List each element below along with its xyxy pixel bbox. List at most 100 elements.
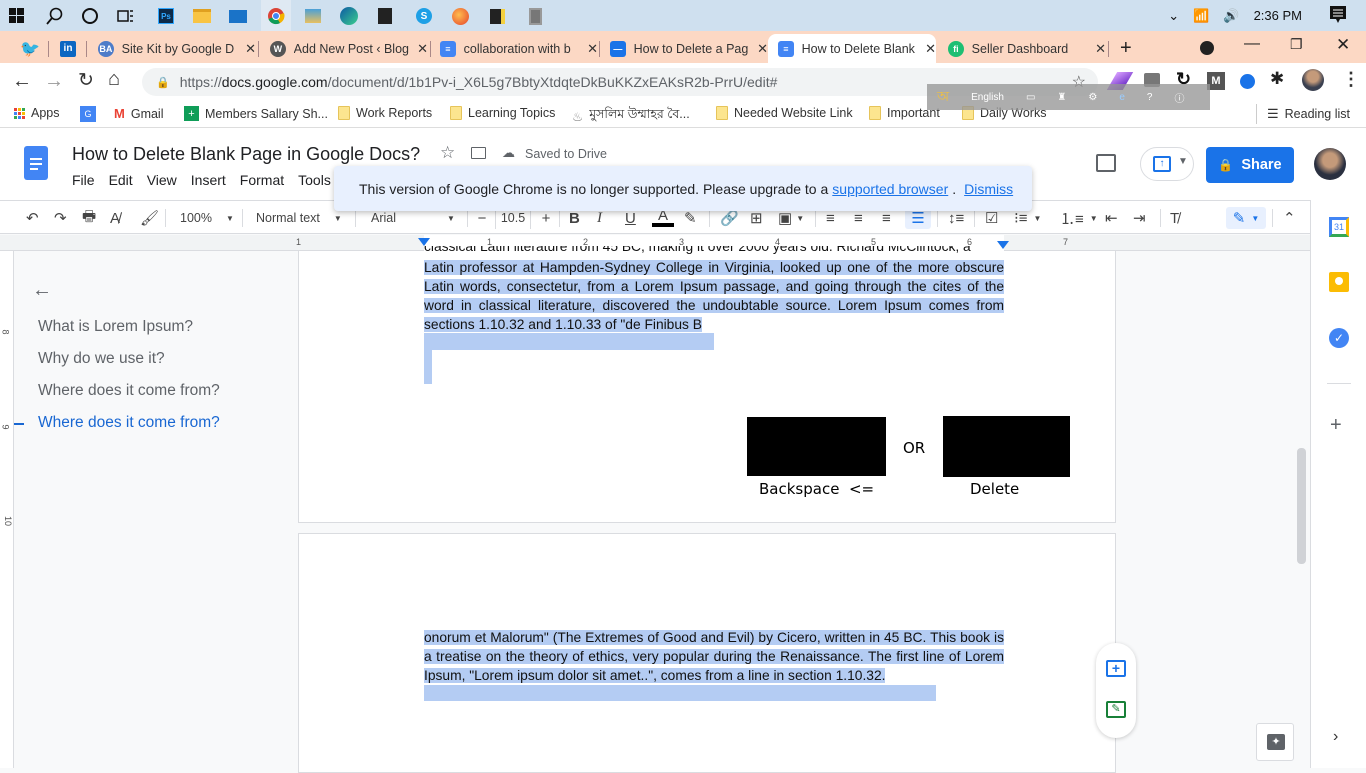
tab-site-kit[interactable]: BA Site Kit by Google D ✕ [88, 34, 256, 63]
reload-button[interactable]: ↻ [78, 69, 94, 92]
settings-gear-icon[interactable]: ⚙ [1088, 92, 1097, 103]
close-outline-arrow-icon[interactable]: ← [32, 279, 52, 302]
selected-paragraph-1[interactable]: Latin professor at Hampden-Sydney Colleg… [424, 258, 1004, 334]
tab-collaboration[interactable]: ≡ collaboration with b ✕ [430, 34, 598, 63]
present-button[interactable]: ↑ ▼ [1140, 147, 1194, 181]
volume-icon[interactable]: 🔊 [1223, 8, 1239, 24]
bookmark-apps[interactable]: Apps [14, 106, 60, 120]
restore-button[interactable]: ❐ [1290, 36, 1303, 53]
document-title[interactable]: How to Delete Blank Page in Google Docs? [72, 144, 420, 165]
menu-format[interactable]: Format [240, 172, 284, 188]
tab-twitter[interactable]: 🐦 [10, 34, 40, 63]
menu-view[interactable]: View [147, 172, 177, 188]
undo-icon[interactable]: ↶ [26, 207, 39, 229]
keep-icon[interactable] [1329, 272, 1349, 292]
cortana-icon[interactable] [79, 5, 101, 27]
mail-icon[interactable] [227, 5, 249, 27]
chrome-menu-icon[interactable]: ⋮ [1342, 69, 1360, 90]
outline-item[interactable]: What is Lorem Ipsum? [38, 318, 193, 336]
close-tab-icon[interactable]: ✕ [925, 41, 936, 57]
bookmark-muslim-ummah[interactable]: ♨ মুসলিম উম্মাহর বৈ... [572, 106, 690, 126]
windows-start-icon[interactable] [6, 5, 28, 27]
forward-button[interactable]: → [44, 70, 64, 93]
info-icon[interactable]: ⓘ [1174, 90, 1184, 105]
paint-format-icon[interactable]: 🖌 [140, 207, 159, 229]
spellcheck-icon[interactable]: A̸ [110, 207, 120, 229]
sticky-notes-icon[interactable] [486, 5, 508, 27]
extension-check-icon[interactable] [1240, 74, 1255, 89]
tab-how-to-delete-blank-active[interactable]: ≡ How to Delete Blank ✕ [768, 34, 936, 63]
show-side-panel-chevron-icon[interactable]: › [1333, 728, 1338, 746]
home-button[interactable]: ⌂ [108, 68, 120, 91]
photos-icon[interactable] [302, 5, 324, 27]
clock[interactable]: 2:36 PM [1254, 8, 1302, 23]
keyboard-icon[interactable]: ▭ [1026, 92, 1035, 103]
wifi-icon[interactable]: 📶 [1193, 8, 1209, 24]
explore-button[interactable]: ✦ [1256, 723, 1294, 761]
bangla-keyboard-icon[interactable]: অ [937, 85, 949, 109]
edge-icon[interactable] [338, 5, 360, 27]
tab-how-to-delete-a-page[interactable]: — How to Delete a Pag ✕ [600, 34, 768, 63]
minimize-button[interactable]: — [1244, 35, 1260, 53]
menu-file[interactable]: File [72, 172, 95, 188]
help-icon[interactable]: ? [1147, 92, 1153, 103]
style-select[interactable]: Normal text ▼ [256, 207, 342, 229]
tasks-icon[interactable]: ✓ [1329, 328, 1349, 348]
left-indent-marker[interactable] [418, 238, 430, 246]
file-explorer-icon[interactable] [191, 5, 213, 27]
add-comment-icon[interactable]: + [1106, 660, 1126, 677]
photoshop-icon[interactable]: Ps [155, 5, 177, 27]
star-icon[interactable]: ☆ [440, 143, 455, 163]
pin-icon[interactable]: ♜ [1057, 92, 1066, 103]
lock-icon[interactable]: 🔒 [156, 76, 170, 89]
store-icon[interactable] [374, 5, 396, 27]
redo-icon[interactable]: ↷ [54, 207, 67, 229]
tab-add-new-post[interactable]: W Add New Post ‹ Blog ✕ [260, 34, 428, 63]
clipped-text-line[interactable]: classical Latin literature from 45 BC, m… [424, 246, 1004, 256]
bookmark-gmail[interactable]: M Gmail [114, 106, 164, 121]
docs-logo-icon[interactable] [24, 146, 48, 180]
language-label[interactable]: English [971, 92, 1004, 103]
close-tab-icon[interactable]: ✕ [1095, 41, 1106, 57]
bookmark-members-sallary[interactable]: + Members Sallary Sh... [184, 106, 328, 121]
comment-history-icon[interactable] [1096, 154, 1116, 172]
task-view-icon[interactable] [114, 5, 136, 27]
numbered-list-icon[interactable]: ⒈≡ ▼ [1060, 207, 1098, 229]
calendar-icon[interactable]: 31 [1329, 217, 1349, 237]
collapse-menus-icon[interactable]: ⌃ [1283, 207, 1296, 229]
calculator-icon[interactable] [524, 5, 546, 27]
chevron-up-icon[interactable]: ⌄ [1168, 8, 1179, 24]
notifications-icon[interactable] [1330, 5, 1346, 26]
clear-formatting-icon[interactable]: T̸ [1170, 207, 1179, 229]
supported-browser-link[interactable]: supported browser [832, 181, 948, 197]
add-addon-icon[interactable]: + [1330, 414, 1342, 437]
extensions-puzzle-icon[interactable]: ✱ [1270, 69, 1284, 89]
menu-tools[interactable]: Tools [298, 172, 331, 188]
print-icon[interactable]: 🖶 [82, 207, 96, 229]
close-tab-icon[interactable]: ✕ [587, 41, 598, 57]
close-tab-icon[interactable]: ✕ [417, 41, 428, 57]
firefox-icon[interactable] [449, 5, 471, 27]
bookmark-work-reports[interactable]: Work Reports [338, 106, 432, 120]
tab-search-icon[interactable] [1200, 41, 1214, 55]
menu-insert[interactable]: Insert [191, 172, 226, 188]
dismiss-link[interactable]: Dismiss [964, 181, 1013, 197]
outline-item[interactable]: Where does it come from? [38, 382, 220, 400]
reading-list-button[interactable]: ☰ Reading list [1267, 106, 1350, 122]
menu-edit[interactable]: Edit [109, 172, 133, 188]
back-button[interactable]: ← [12, 70, 32, 93]
share-button[interactable]: 🔒 Share [1206, 147, 1294, 183]
vertical-scrollbar[interactable] [1297, 448, 1306, 564]
ie-icon[interactable]: e [1119, 92, 1125, 103]
editing-mode-button[interactable]: ✎ ▼ [1226, 207, 1266, 229]
cloud-saved-icon[interactable]: ☁ [502, 145, 515, 161]
skype-icon[interactable]: S [413, 5, 435, 27]
outline-item[interactable]: Why do we use it? [38, 350, 165, 368]
bookmark-learning-topics[interactable]: Learning Topics [450, 106, 555, 120]
tab-seller-dashboard[interactable]: fi Seller Dashboard ✕ [938, 34, 1106, 63]
chrome-icon[interactable] [261, 0, 291, 31]
close-tab-icon[interactable]: ✕ [757, 41, 768, 57]
bookmark-translate[interactable]: G [80, 106, 96, 122]
profile-avatar[interactable] [1302, 69, 1324, 91]
saved-status[interactable]: Saved to Drive [525, 147, 607, 161]
